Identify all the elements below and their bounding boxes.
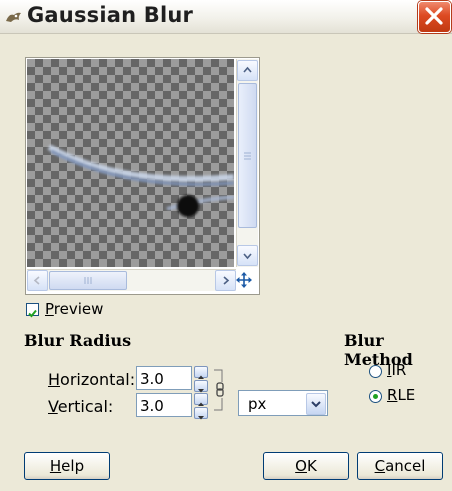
ok-button[interactable]: OK <box>263 452 349 480</box>
horizontal-radius-input[interactable]: 3.0 <box>136 366 192 390</box>
scroll-up-button[interactable] <box>237 60 258 81</box>
grip-icon <box>244 152 251 160</box>
preview-image <box>27 59 234 267</box>
blur-radius-heading: Blur Radius <box>24 331 132 350</box>
move-cross-arrows-icon[interactable] <box>236 272 252 288</box>
arrow-left-icon <box>33 276 40 285</box>
window-title: Gaussian Blur <box>27 3 194 27</box>
spin-down-button[interactable] <box>194 407 208 420</box>
gimp-wilber-icon <box>6 12 21 22</box>
preview-horizontal-scrollbar[interactable] <box>27 269 236 291</box>
horizontal-scroll-thumb[interactable] <box>49 271 127 290</box>
close-x-icon <box>425 7 443 25</box>
arrow-up-icon <box>243 66 252 73</box>
preview-label: Preview <box>45 300 104 318</box>
scroll-right-button[interactable] <box>215 270 236 291</box>
close-button[interactable] <box>418 1 451 33</box>
preview-vertical-scrollbar[interactable] <box>236 59 258 267</box>
horizontal-label: Horizontal: <box>48 370 136 389</box>
checkmark-icon <box>28 309 37 317</box>
unit-dropdown[interactable]: px <box>238 390 328 416</box>
preview-panel <box>25 57 260 295</box>
arrow-right-icon <box>223 276 230 285</box>
radio-rle[interactable] <box>369 390 382 403</box>
radio-label-rle[interactable]: RLE <box>387 386 415 404</box>
horizontal-spin-buttons[interactable] <box>194 366 208 393</box>
radio-label-iir[interactable]: IIR <box>387 361 406 379</box>
spin-up-button[interactable] <box>194 366 208 379</box>
arrow-down-icon <box>243 253 252 260</box>
unit-value: px <box>248 395 267 413</box>
vertical-scroll-thumb[interactable] <box>238 83 257 228</box>
title-bar: Gaussian Blur <box>0 0 452 34</box>
preview-toggle[interactable]: Preview <box>26 300 103 318</box>
blur-preview-content <box>47 144 234 217</box>
vertical-label: Vertical: <box>48 397 114 416</box>
grip-icon <box>84 277 92 284</box>
vertical-spin-buttons[interactable] <box>194 393 208 420</box>
spin-down-icon <box>198 416 204 420</box>
cancel-button[interactable]: Cancel <box>357 452 443 480</box>
spin-down-button[interactable] <box>194 380 208 393</box>
radio-iir[interactable] <box>369 365 382 378</box>
vertical-radius-input[interactable]: 3.0 <box>136 393 192 417</box>
help-button[interactable]: Help <box>24 452 110 480</box>
chain-link-icon[interactable] <box>208 368 232 412</box>
dropdown-button[interactable] <box>306 393 326 415</box>
preview-checkbox[interactable] <box>26 302 39 317</box>
scroll-down-button[interactable] <box>237 245 258 266</box>
chevron-down-icon <box>311 401 321 408</box>
spin-up-button[interactable] <box>194 393 208 406</box>
scroll-left-button[interactable] <box>27 270 48 291</box>
